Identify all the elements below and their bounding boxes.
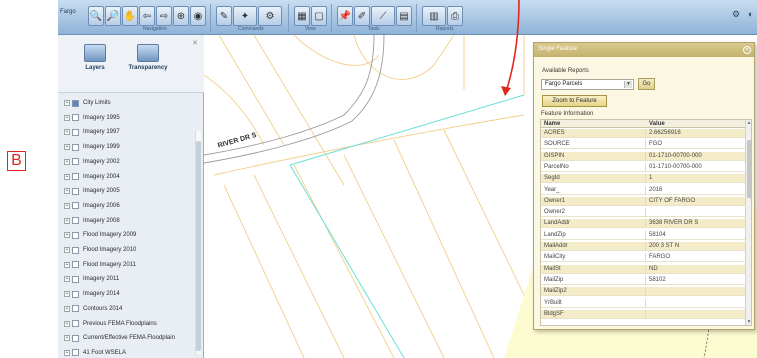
annotation-arrow <box>501 0 520 96</box>
annotation-letter-b: B <box>7 151 26 171</box>
gis-viewer-app: Fargo 🔍 🔎 ✋ ⇦ ⇨ ⊕ ◉ Navigation ✎ ✦ ⚙ Com… <box>58 0 757 358</box>
